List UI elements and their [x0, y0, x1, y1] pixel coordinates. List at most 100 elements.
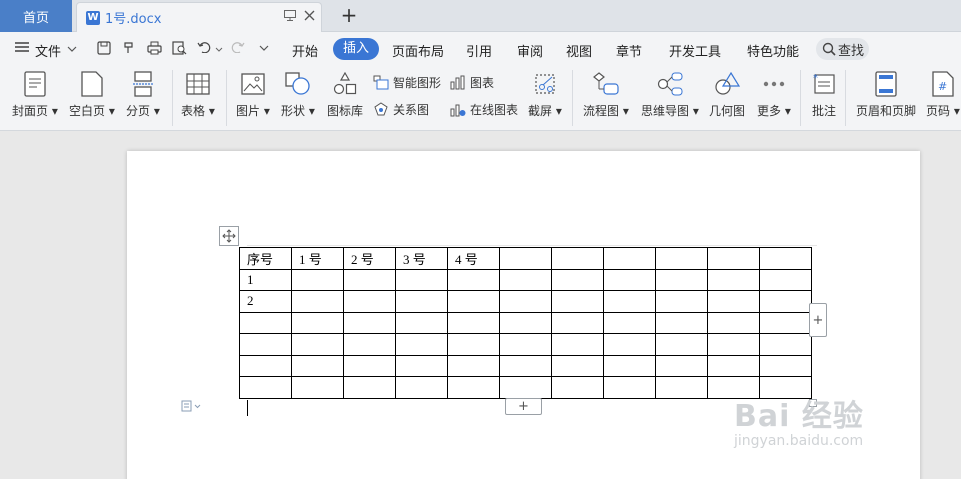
table-cell[interactable] — [291, 311, 344, 334]
table-cell[interactable] — [551, 354, 604, 377]
table-cell[interactable] — [291, 290, 344, 313]
table-cell[interactable] — [603, 247, 656, 270]
table-cell[interactable] — [603, 311, 656, 334]
table-cell[interactable] — [759, 354, 812, 377]
new-tab-button[interactable]: + — [340, 4, 358, 26]
document-table[interactable]: 序号 1 号2 号3 号4 号12 — [239, 247, 812, 399]
chevron-down-icon[interactable] — [64, 41, 80, 57]
geometry-button[interactable]: 几何图 — [709, 70, 745, 119]
menu-features[interactable]: 特色功能 — [747, 41, 799, 60]
table-cell[interactable] — [655, 290, 708, 313]
chart-button[interactable]: 图表 — [450, 74, 494, 91]
flowchart-button[interactable]: 流程图 ▾ — [583, 70, 629, 119]
screenshot-button[interactable]: 截屏 ▾ — [528, 70, 562, 119]
table-cell[interactable] — [343, 333, 396, 356]
table-cell[interactable]: 2 — [239, 290, 292, 313]
header-footer-button[interactable]: 页眉和页脚 — [856, 70, 916, 119]
search-button[interactable]: 查找 — [816, 38, 869, 60]
table-cell[interactable] — [655, 354, 708, 377]
undo-icon[interactable] — [196, 41, 212, 57]
menu-reference[interactable]: 引用 — [466, 41, 492, 60]
table-cell[interactable] — [759, 247, 812, 270]
table-cell[interactable] — [499, 247, 552, 270]
icon-library-button[interactable]: 图标库 — [327, 70, 363, 119]
table-cell[interactable] — [655, 333, 708, 356]
monitor-icon[interactable] — [283, 8, 297, 22]
menu-review[interactable]: 审阅 — [517, 41, 543, 60]
table-cell[interactable] — [707, 311, 760, 334]
table-cell[interactable] — [603, 268, 656, 291]
table-cell[interactable] — [343, 311, 396, 334]
table-cell[interactable] — [395, 290, 448, 313]
table-cell[interactable] — [707, 333, 760, 356]
online-chart-button[interactable]: 在线图表 — [450, 101, 518, 118]
close-icon[interactable] — [302, 8, 316, 22]
menu-insert[interactable]: 插入 — [333, 38, 380, 60]
table-cell[interactable] — [499, 376, 552, 399]
comment-button[interactable]: * 批注 — [810, 70, 838, 119]
table-cell[interactable] — [551, 290, 604, 313]
table-cell[interactable] — [655, 311, 708, 334]
table-cell[interactable] — [343, 268, 396, 291]
add-row-button[interactable]: + — [505, 398, 542, 415]
table-cell[interactable] — [499, 354, 552, 377]
hamburger-icon[interactable] — [14, 41, 30, 57]
table-cell[interactable] — [603, 354, 656, 377]
table-cell[interactable] — [395, 354, 448, 377]
table-move-handle[interactable] — [219, 226, 239, 246]
table-cell[interactable] — [239, 376, 292, 399]
undo-dropdown-icon[interactable] — [211, 41, 227, 57]
page-number-button[interactable]: # 页码 ▾ — [926, 70, 960, 119]
table-cell[interactable] — [499, 268, 552, 291]
save-icon[interactable] — [96, 41, 112, 57]
redo-icon[interactable] — [230, 41, 246, 57]
table-cell[interactable] — [759, 333, 812, 356]
table-cell[interactable] — [239, 333, 292, 356]
table-cell[interactable] — [447, 376, 500, 399]
table-cell[interactable] — [707, 247, 760, 270]
table-cell[interactable] — [395, 268, 448, 291]
table-cell[interactable]: 2 号 — [343, 247, 396, 270]
table-cell[interactable] — [707, 290, 760, 313]
menu-page-layout[interactable]: 页面布局 — [392, 41, 444, 60]
table-cell[interactable] — [343, 354, 396, 377]
table-cell[interactable] — [551, 268, 604, 291]
table-cell[interactable] — [707, 354, 760, 377]
table-cell[interactable] — [291, 376, 344, 399]
add-column-button[interactable]: + — [809, 303, 827, 337]
print-icon[interactable] — [146, 41, 162, 57]
table-cell[interactable] — [603, 333, 656, 356]
menu-start[interactable]: 开始 — [292, 41, 318, 60]
table-cell[interactable]: 3 号 — [395, 247, 448, 270]
table-cell[interactable]: 1 — [239, 268, 292, 291]
table-cell[interactable] — [291, 268, 344, 291]
table-cell[interactable] — [655, 376, 708, 399]
table-cell[interactable] — [655, 247, 708, 270]
menu-file[interactable]: 文件 — [35, 41, 61, 60]
table-cell[interactable] — [603, 376, 656, 399]
table-cell[interactable] — [759, 311, 812, 334]
table-cell[interactable] — [395, 376, 448, 399]
page-break-button[interactable]: 分页 ▾ — [126, 70, 160, 119]
table-cell[interactable] — [343, 376, 396, 399]
table-cell[interactable] — [395, 311, 448, 334]
tab-home[interactable]: 首页 — [0, 0, 72, 32]
more-button[interactable]: 更多 ▾ — [757, 70, 791, 119]
print-preview-icon[interactable] — [171, 41, 187, 57]
table-cell[interactable] — [343, 290, 396, 313]
quick-access-more-icon[interactable] — [256, 41, 272, 57]
table-cell[interactable] — [447, 268, 500, 291]
table-cell[interactable] — [291, 354, 344, 377]
table-button[interactable]: 表格 ▾ — [181, 70, 215, 119]
table-cell[interactable] — [707, 268, 760, 291]
smart-graphic-button[interactable]: 智能图形 — [373, 74, 441, 91]
table-cell[interactable] — [239, 311, 292, 334]
table-cell[interactable] — [551, 247, 604, 270]
format-painter-icon[interactable] — [121, 41, 137, 57]
table-cell[interactable] — [447, 311, 500, 334]
paragraph-layout-icon[interactable] — [181, 400, 203, 415]
table-cell[interactable] — [239, 354, 292, 377]
picture-button[interactable]: 图片 ▾ — [236, 70, 270, 119]
table-cell[interactable] — [447, 290, 500, 313]
menu-chapter[interactable]: 章节 — [616, 41, 642, 60]
